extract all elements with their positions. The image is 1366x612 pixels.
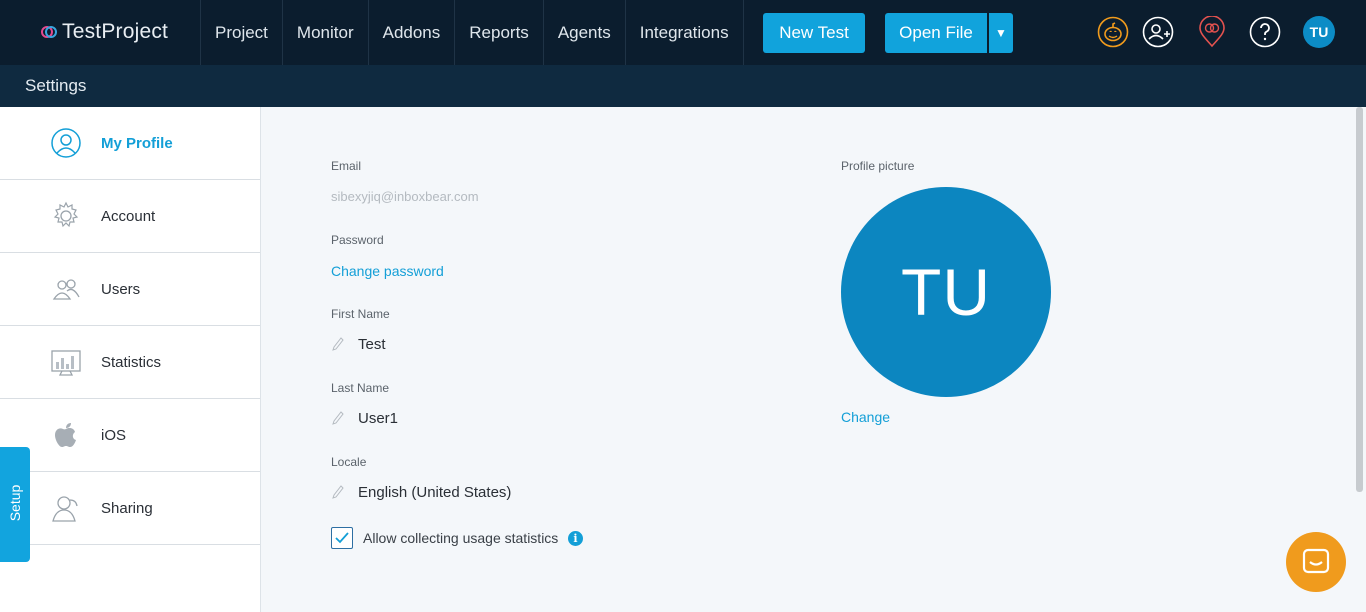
pumpkin-icon[interactable] <box>1097 16 1129 48</box>
email-label: Email <box>331 159 362 173</box>
sidebar-item-label: My Profile <box>101 134 173 152</box>
last-name-label: Last Name <box>331 381 390 395</box>
first-name-label: First Name <box>331 307 390 321</box>
sidebar-item-account[interactable]: Account <box>0 180 260 253</box>
nav-addons[interactable]: Addons <box>369 0 456 65</box>
main-nav: Project Monitor Addons Reports Agents In… <box>200 0 744 65</box>
sidebar-item-my-profile[interactable]: My Profile <box>0 107 260 180</box>
settings-sidebar: My Profile Account Users Statistics iOS … <box>0 107 261 612</box>
gear-icon <box>50 200 82 232</box>
usage-statistics-label[interactable]: Allow collecting usage statistics <box>363 530 558 546</box>
info-icon[interactable]: i <box>568 531 583 546</box>
sidebar-item-sharing[interactable]: Sharing <box>0 472 260 545</box>
open-file-dropdown-button[interactable]: ▼ <box>989 13 1013 53</box>
nav-monitor[interactable]: Monitor <box>283 0 369 65</box>
profile-picture-label: Profile picture <box>841 159 915 173</box>
password-label: Password <box>331 233 384 247</box>
apple-icon <box>50 419 82 451</box>
sidebar-item-label: Users <box>101 280 141 298</box>
scrollbar[interactable] <box>1356 107 1363 492</box>
logo-icon <box>41 26 57 38</box>
add-user-icon[interactable] <box>1142 16 1174 48</box>
change-picture-link[interactable]: Change <box>841 409 890 425</box>
usage-statistics-checkbox[interactable] <box>331 527 353 549</box>
users-icon <box>50 273 82 305</box>
locale-label: Locale <box>331 455 367 469</box>
page-title: Settings <box>25 76 87 95</box>
setup-tab[interactable]: Setup <box>0 447 30 562</box>
location-pin-icon[interactable] <box>1196 16 1228 48</box>
change-password-link[interactable]: Change password <box>331 263 444 279</box>
nav-project[interactable]: Project <box>201 0 283 65</box>
profile-picture: TU <box>841 187 1051 397</box>
checkmark-icon <box>335 532 349 544</box>
user-avatar[interactable]: TU <box>1303 16 1335 48</box>
sharing-icon <box>50 492 82 524</box>
new-test-button[interactable]: New Test <box>763 13 865 53</box>
locale-value[interactable]: English (United States) <box>358 484 511 501</box>
help-icon[interactable] <box>1249 16 1281 48</box>
sidebar-item-statistics[interactable]: Statistics <box>0 326 260 399</box>
sidebar-item-label: Sharing <box>101 499 153 517</box>
logo-text: TestProject <box>62 20 169 43</box>
profile-content: Email sibexyjiq@inboxbear.com Password C… <box>261 107 1366 612</box>
sidebar-item-ios[interactable]: iOS <box>0 399 260 472</box>
testproject-logo[interactable]: TestProject <box>40 18 168 46</box>
bar-chart-icon <box>50 346 82 378</box>
chat-icon <box>1302 548 1330 574</box>
user-circle-icon <box>50 127 82 159</box>
pencil-icon[interactable] <box>332 485 344 499</box>
pencil-icon[interactable] <box>332 411 344 425</box>
last-name-value[interactable]: User1 <box>358 410 398 427</box>
sidebar-item-label: Account <box>101 207 156 225</box>
sidebar-item-users[interactable]: Users <box>0 253 260 326</box>
first-name-value[interactable]: Test <box>358 336 386 353</box>
nav-reports[interactable]: Reports <box>455 0 544 65</box>
pencil-icon[interactable] <box>332 337 344 351</box>
settings-header: Settings <box>0 65 1366 107</box>
nav-integrations[interactable]: Integrations <box>626 0 744 65</box>
open-file-button[interactable]: Open File <box>885 13 987 53</box>
sidebar-item-label: iOS <box>101 426 127 444</box>
nav-agents[interactable]: Agents <box>544 0 626 65</box>
sidebar-item-label: Statistics <box>101 353 162 371</box>
email-value: sibexyjiq@inboxbear.com <box>331 189 479 204</box>
setup-tab-label: Setup <box>7 484 23 522</box>
chat-launcher-button[interactable] <box>1286 532 1346 592</box>
top-navigation-bar: TestProject Project Monitor Addons Repor… <box>0 0 1366 65</box>
caret-down-icon: ▼ <box>995 26 1007 40</box>
